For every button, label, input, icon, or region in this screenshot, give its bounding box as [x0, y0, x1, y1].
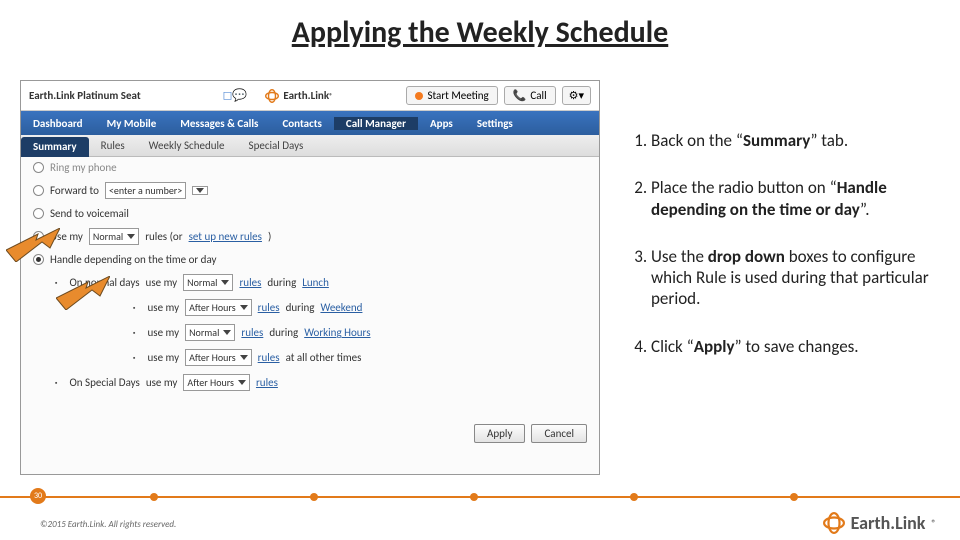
meeting-icon [415, 92, 423, 100]
app-header: Earth.Link Platinum Seat ◻💬 Earth.Link® … [21, 81, 599, 111]
rules-link[interactable]: rules [256, 376, 278, 389]
rules-link[interactable]: rules [258, 301, 280, 314]
help-icon[interactable]: ◻💬 [222, 88, 247, 103]
page-number: 30 [30, 488, 46, 504]
tab-messages-calls[interactable]: Messages & Calls [168, 117, 270, 130]
opt-handle-label: Handle depending on the time or day [50, 253, 217, 266]
phone-icon: 📞 [513, 89, 527, 102]
chevron-down-icon [221, 280, 229, 285]
opt-voicemail-label: Send to voicemail [50, 207, 129, 220]
period-link-working[interactable]: Working Hours [304, 326, 370, 339]
rule-select-3[interactable]: Normal [185, 324, 235, 341]
slide-title: Applying the Weekly Schedule [0, 0, 960, 51]
chevron-down-icon [196, 188, 204, 193]
opt-ring-label: Ring my phone [50, 161, 117, 174]
chevron-down-icon [240, 305, 248, 310]
instruction-step: Click “Apply” to save changes. [651, 336, 945, 357]
subtab-weekly-schedule[interactable]: Weekly Schedule [137, 139, 237, 152]
apply-button[interactable]: Apply [474, 424, 525, 443]
rules-link[interactable]: rules [258, 351, 280, 364]
subtab-rules[interactable]: Rules [89, 139, 137, 152]
rule-select-special[interactable]: After Hours [183, 374, 250, 391]
radio-voicemail[interactable] [33, 208, 44, 219]
rules-link[interactable]: rules [239, 276, 261, 289]
rule-select-1[interactable]: Normal [183, 274, 233, 291]
rules-link[interactable]: rules [241, 326, 263, 339]
tab-apps[interactable]: Apps [418, 117, 465, 130]
tab-contacts[interactable]: Contacts [270, 117, 333, 130]
primary-tabs: DashboardMy MobileMessages & CallsContac… [21, 111, 599, 135]
brand-logo: Earth.Link® [265, 89, 332, 103]
radio-ring[interactable] [33, 162, 44, 173]
footer-logo: Earth.Link® [823, 512, 936, 534]
call-button[interactable]: 📞Call [504, 86, 556, 105]
rules-text: rules (or [145, 230, 182, 243]
instruction-steps: Back on the “Summary” tab. Place the radi… [615, 130, 945, 383]
rule-select-2[interactable]: After Hours [185, 299, 252, 316]
chevron-down-icon [238, 380, 246, 385]
period-link-lunch[interactable]: Lunch [302, 276, 329, 289]
tab-call-manager[interactable]: Call Manager [334, 117, 418, 130]
instruction-step: Use the drop down boxes to configure whi… [651, 246, 945, 310]
subtab-summary[interactable]: Summary [21, 137, 89, 157]
chevron-down-icon [240, 355, 248, 360]
tab-my-mobile[interactable]: My Mobile [95, 117, 169, 130]
chevron-down-icon [223, 330, 231, 335]
usemy-select[interactable]: Normal [89, 228, 139, 245]
copyright: ©2015 Earth.Link. All rights reserved. [40, 519, 176, 530]
radio-forward[interactable] [33, 185, 44, 196]
seat-label: Earth.Link Platinum Seat [21, 89, 149, 102]
cancel-button[interactable]: Cancel [531, 424, 587, 443]
settings-menu-button[interactable]: ⚙▾ [562, 86, 591, 105]
period-link-weekend[interactable]: Weekend [320, 301, 362, 314]
instruction-step: Place the radio button on “Handle depend… [651, 177, 945, 220]
opt-forward-label: Forward to [50, 184, 99, 197]
callout-arrow-radio [6, 228, 60, 262]
callout-arrow-dropdown [56, 276, 110, 310]
instruction-step: Back on the “Summary” tab. [651, 130, 945, 151]
chevron-down-icon [127, 234, 135, 239]
tab-settings[interactable]: Settings [465, 117, 525, 130]
subtab-special-days[interactable]: Special Days [237, 139, 316, 152]
setup-rules-link[interactable]: set up new rules [189, 230, 262, 243]
start-meeting-button[interactable]: Start Meeting [406, 86, 497, 105]
rule-select-4[interactable]: After Hours [185, 349, 252, 366]
forward-number-input[interactable]: <enter a number> [105, 182, 186, 199]
secondary-tabs: SummaryRulesWeekly ScheduleSpecial Days [21, 135, 599, 157]
tab-dashboard[interactable]: Dashboard [21, 117, 95, 130]
forward-number-dropdown[interactable] [192, 186, 208, 195]
footer-divider [0, 496, 960, 498]
